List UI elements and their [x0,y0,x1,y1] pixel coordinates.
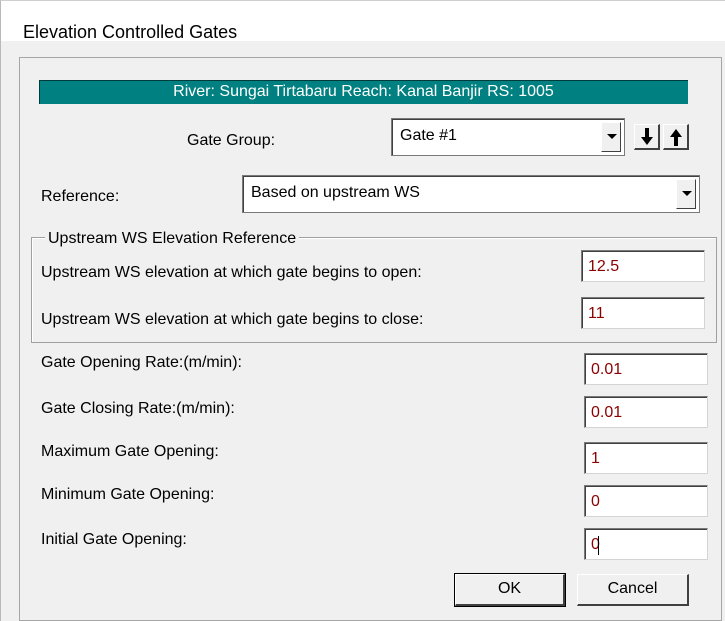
max-opening-value: 1 [591,450,600,467]
chevron-down-icon [682,191,692,196]
upstream-close-input[interactable]: 11 [581,297,705,329]
gate-group-value: Gate #1 [400,127,457,144]
upstream-open-label: Upstream WS elevation at which gate begi… [41,264,422,281]
arrow-down-icon [641,128,653,145]
upstream-ws-group-title: Upstream WS Elevation Reference [45,229,300,249]
opening-rate-input[interactable]: 0.01 [584,353,708,385]
min-opening-input[interactable]: 0 [584,485,708,517]
upstream-open-value: 12.5 [588,258,620,275]
reference-label: Reference: [41,188,120,205]
cancel-button[interactable]: Cancel [577,574,689,606]
closing-rate-value: 0.01 [591,404,623,421]
max-opening-label: Maximum Gate Opening: [41,443,219,460]
min-opening-label: Minimum Gate Opening: [41,486,215,503]
opening-rate-label: Gate Opening Rate:(m/min): [41,354,242,371]
opening-rate-value: 0.01 [591,361,623,378]
chevron-down-icon [607,134,617,139]
initial-opening-input[interactable]: 0 [584,528,708,560]
initial-opening-label: Initial Gate Opening: [41,531,187,548]
text-caret [598,536,599,555]
move-down-button[interactable] [634,124,660,150]
upstream-close-value: 11 [588,305,605,322]
arrow-up-icon [670,129,682,146]
reference-select[interactable]: Based on upstream WS [242,175,700,213]
gate-group-dropdown-button[interactable] [601,122,621,152]
reference-value: Based on upstream WS [251,184,420,201]
max-opening-input[interactable]: 1 [584,442,708,474]
reference-dropdown-button[interactable] [676,179,696,209]
min-opening-value: 0 [591,493,600,510]
upstream-close-label: Upstream WS elevation at which gate begi… [41,311,424,328]
move-up-button[interactable] [663,124,689,150]
gate-group-label: Gate Group: [187,132,276,149]
location-banner: River: Sungai Tirtabaru Reach: Kanal Ban… [39,80,688,104]
title-bar[interactable]: Elevation Controlled Gates [1,1,725,42]
upstream-open-input[interactable]: 12.5 [581,250,705,282]
window-title: Elevation Controlled Gates [23,22,238,42]
closing-rate-label: Gate Closing Rate:(m/min): [41,400,235,417]
dialog-window: Elevation Controlled Gates River: Sungai… [0,0,725,621]
ok-button[interactable]: OK [454,573,566,607]
closing-rate-input[interactable]: 0.01 [584,396,708,428]
gate-group-select[interactable]: Gate #1 [391,118,625,156]
